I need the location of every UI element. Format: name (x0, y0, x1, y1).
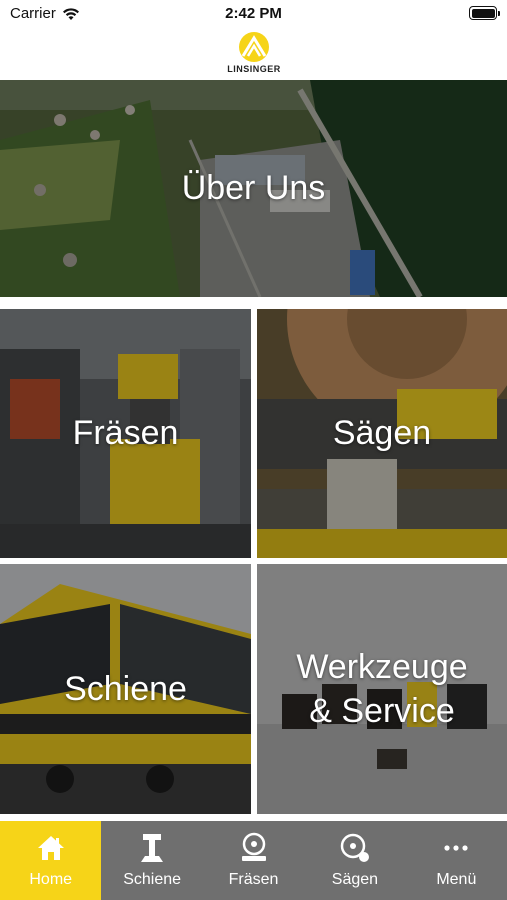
tile-werkzeuge-service[interactable]: Werkzeuge & Service (257, 564, 507, 814)
logo-wordmark: LINSINGER (227, 64, 281, 74)
saw-icon (338, 831, 372, 865)
tile-label: Schiene (64, 669, 187, 708)
tile-label: Fräsen (72, 414, 179, 453)
tab-label: Schiene (123, 871, 182, 888)
tab-label: Home (29, 871, 73, 888)
linsinger-logo[interactable]: LINSINGER (225, 31, 283, 77)
status-time: 2:42 PM (225, 5, 282, 22)
tab-label: Fräsen (228, 871, 279, 888)
tab-saegen[interactable]: Sägen (304, 821, 405, 900)
app-header: LINSINGER (0, 28, 507, 80)
status-bar: Carrier 2:42 PM (0, 0, 507, 28)
tab-label: Menü (436, 871, 477, 888)
tab-schiene[interactable]: Schiene (101, 821, 202, 900)
tab-bar: Home Schiene Fräsen Sägen Menü (0, 821, 507, 900)
home-icon (34, 831, 68, 865)
battery-icon (469, 6, 500, 20)
tab-label: Sägen (331, 871, 379, 888)
battery-level (471, 8, 495, 18)
tile-saegen[interactable]: Sägen (257, 309, 507, 558)
logo-mark-icon (239, 32, 269, 62)
tile-label: Sägen (332, 414, 432, 453)
tab-fraesen[interactable]: Fräsen (203, 821, 304, 900)
tab-menu[interactable]: Menü (406, 821, 507, 900)
tile-fraesen[interactable]: Fräsen (0, 309, 251, 558)
tile-uber-uns[interactable]: Über Uns (0, 80, 507, 297)
tile-label: Über Uns (181, 169, 326, 208)
tab-home[interactable]: Home (0, 821, 102, 900)
tile-label: Werkzeuge & Service (296, 647, 468, 730)
more-dots-icon (439, 831, 473, 865)
milling-icon (237, 831, 271, 865)
tile-schiene[interactable]: Schiene (0, 564, 251, 814)
rail-icon (135, 831, 169, 865)
